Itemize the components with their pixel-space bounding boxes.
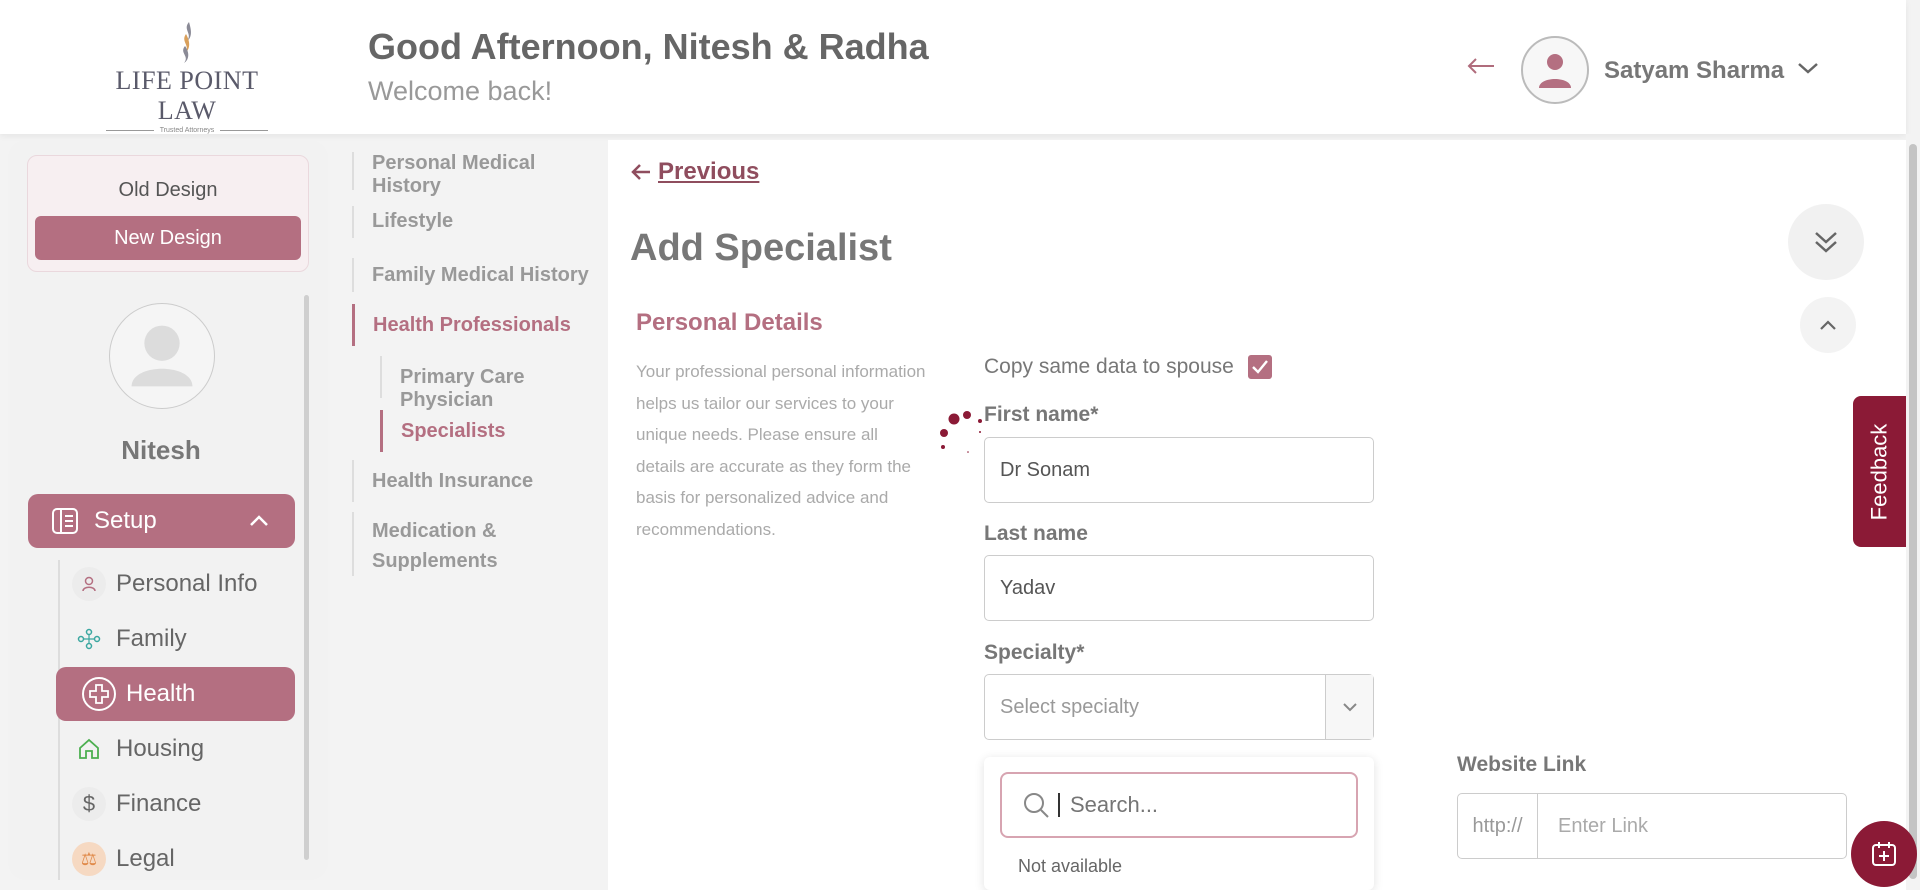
person-icon bbox=[72, 567, 106, 601]
last-name-label: Last name bbox=[984, 522, 1088, 545]
sidebar-item-label: Health bbox=[126, 680, 196, 707]
subnav-health-professionals[interactable]: Health Professionals bbox=[352, 304, 571, 346]
subnav-medication-supplements[interactable]: Medication & Supplements bbox=[352, 512, 498, 576]
specialty-search-input[interactable] bbox=[1070, 792, 1330, 818]
back-arrow-icon[interactable] bbox=[1466, 56, 1496, 81]
health-plus-icon bbox=[82, 677, 116, 711]
page-title: Add Specialist bbox=[630, 227, 892, 269]
left-sidebar: Old Design New Design Nitesh Setup Perso… bbox=[8, 140, 328, 880]
section-title: Personal Details bbox=[636, 309, 823, 336]
section-collapse-button[interactable] bbox=[1800, 297, 1856, 353]
calendar-plus-icon bbox=[1872, 842, 1896, 866]
user-avatar-icon bbox=[1539, 54, 1571, 88]
double-chevron-down-icon bbox=[1815, 232, 1837, 253]
arrow-left-icon bbox=[631, 164, 650, 180]
logo-flame-icon bbox=[183, 22, 191, 63]
logo[interactable]: LIFE POINT LAW Trusted Attorneys bbox=[86, 20, 288, 134]
checkmark-icon bbox=[1251, 360, 1268, 374]
logo-text: LIFE POINT LAW bbox=[115, 66, 259, 125]
user-avatar[interactable] bbox=[1521, 36, 1589, 104]
legal-icon: ⚖ bbox=[72, 842, 106, 876]
chevron-up-icon bbox=[249, 514, 269, 528]
copy-to-spouse-label: Copy same data to spouse bbox=[984, 355, 1234, 378]
sidebar-scrollbar[interactable] bbox=[304, 295, 309, 860]
user-name[interactable]: Satyam Sharma bbox=[1604, 57, 1784, 85]
setup-book-icon bbox=[50, 506, 80, 536]
website-link-input[interactable]: Enter Link bbox=[1538, 815, 1648, 838]
search-icon bbox=[1022, 791, 1050, 819]
website-link-field[interactable]: http:// Enter Link bbox=[1457, 793, 1847, 859]
page-scrollbar-thumb[interactable] bbox=[1909, 144, 1917, 879]
last-name-input[interactable] bbox=[984, 555, 1374, 621]
profile-name: Nitesh bbox=[121, 435, 201, 465]
previous-label: Previous bbox=[658, 158, 760, 185]
main-content: Previous Add Specialist Personal Details… bbox=[608, 140, 1906, 890]
section-description: Your professional personal information h… bbox=[636, 362, 926, 539]
subnav-health-insurance[interactable]: Health Insurance bbox=[352, 460, 533, 502]
sidebar-item-family[interactable]: Family bbox=[72, 616, 187, 662]
sidebar-item-housing[interactable]: Housing bbox=[72, 726, 204, 772]
chevron-down-icon[interactable] bbox=[1796, 60, 1820, 81]
sidebar-item-health[interactable]: Health bbox=[56, 667, 295, 721]
sidebar-item-label: Housing bbox=[116, 735, 205, 762]
welcome-subtitle: Welcome back! bbox=[368, 76, 553, 106]
copy-to-spouse-checkbox[interactable] bbox=[1247, 355, 1272, 379]
sidebar-item-label: Personal Info bbox=[116, 570, 258, 597]
sidebar-item-finance[interactable]: $ Finance bbox=[72, 781, 201, 827]
greeting-title: Good Afternoon, Nitesh & Radha bbox=[368, 26, 929, 67]
subnav-medication-line1: Medication & bbox=[372, 520, 497, 542]
website-link-label: Website Link bbox=[1457, 753, 1587, 776]
sidebar-item-personal-info[interactable]: Personal Info bbox=[72, 561, 257, 607]
collapse-all-button[interactable] bbox=[1788, 204, 1864, 280]
subnav-medication-line2: Supplements bbox=[372, 550, 498, 572]
family-icon bbox=[72, 622, 106, 656]
dollar-icon: $ bbox=[72, 787, 106, 821]
previous-link[interactable]: Previous bbox=[630, 158, 759, 186]
page-scrollbar[interactable] bbox=[1906, 134, 1920, 890]
subnav-family-medical-history[interactable]: Family Medical History bbox=[352, 258, 589, 292]
specialty-label: Specialty* bbox=[984, 641, 1085, 664]
specialty-search-box[interactable] bbox=[1000, 772, 1358, 838]
health-subnav: Personal Medical History Lifestyle Famil… bbox=[338, 140, 608, 880]
copy-to-spouse-row: Copy same data to spouse bbox=[984, 355, 1272, 379]
dropdown-option-not-available[interactable]: Not available bbox=[1018, 856, 1122, 877]
specialty-placeholder: Select specialty bbox=[1000, 695, 1139, 718]
design-switcher: Old Design New Design bbox=[27, 155, 309, 272]
sidebar-item-legal[interactable]: ⚖ Legal bbox=[72, 836, 175, 880]
first-name-input[interactable] bbox=[984, 437, 1374, 503]
sidebar-item-label: Finance bbox=[116, 790, 202, 817]
calendar-add-button[interactable] bbox=[1851, 821, 1917, 887]
new-design-button[interactable]: New Design bbox=[35, 216, 301, 260]
subnav-lifestyle[interactable]: Lifestyle bbox=[352, 206, 453, 238]
specialty-dropdown: Not available bbox=[984, 757, 1374, 890]
loading-spinner-icon bbox=[932, 410, 982, 460]
feedback-label: Feedback bbox=[1866, 423, 1892, 520]
chevron-up-icon bbox=[1820, 320, 1836, 330]
home-icon bbox=[72, 732, 106, 766]
profile-avatar[interactable] bbox=[109, 303, 215, 409]
profile-placeholder-icon bbox=[131, 325, 193, 387]
website-prefix: http:// bbox=[1458, 794, 1538, 858]
setup-menu-button[interactable]: Setup bbox=[28, 494, 295, 548]
first-name-label: First name* bbox=[984, 403, 1099, 426]
logo-tagline: Trusted Attorneys bbox=[159, 127, 215, 134]
chevron-down-icon[interactable] bbox=[1325, 675, 1373, 739]
setup-label: Setup bbox=[94, 507, 157, 534]
top-header: LIFE POINT LAW Trusted Attorneys Good Af… bbox=[0, 0, 1906, 134]
subnav-specialists[interactable]: Specialists bbox=[380, 410, 506, 452]
specialty-select[interactable]: Select specialty bbox=[984, 674, 1374, 740]
sidebar-item-label: Family bbox=[116, 625, 187, 652]
sidebar-item-label: Legal bbox=[116, 845, 175, 872]
feedback-tab[interactable]: Feedback bbox=[1853, 396, 1906, 547]
subnav-personal-medical-history[interactable]: Personal Medical History bbox=[352, 152, 608, 197]
old-design-button[interactable]: Old Design bbox=[28, 179, 308, 202]
subnav-primary-care-physician[interactable]: Primary Care Physician bbox=[380, 356, 608, 411]
